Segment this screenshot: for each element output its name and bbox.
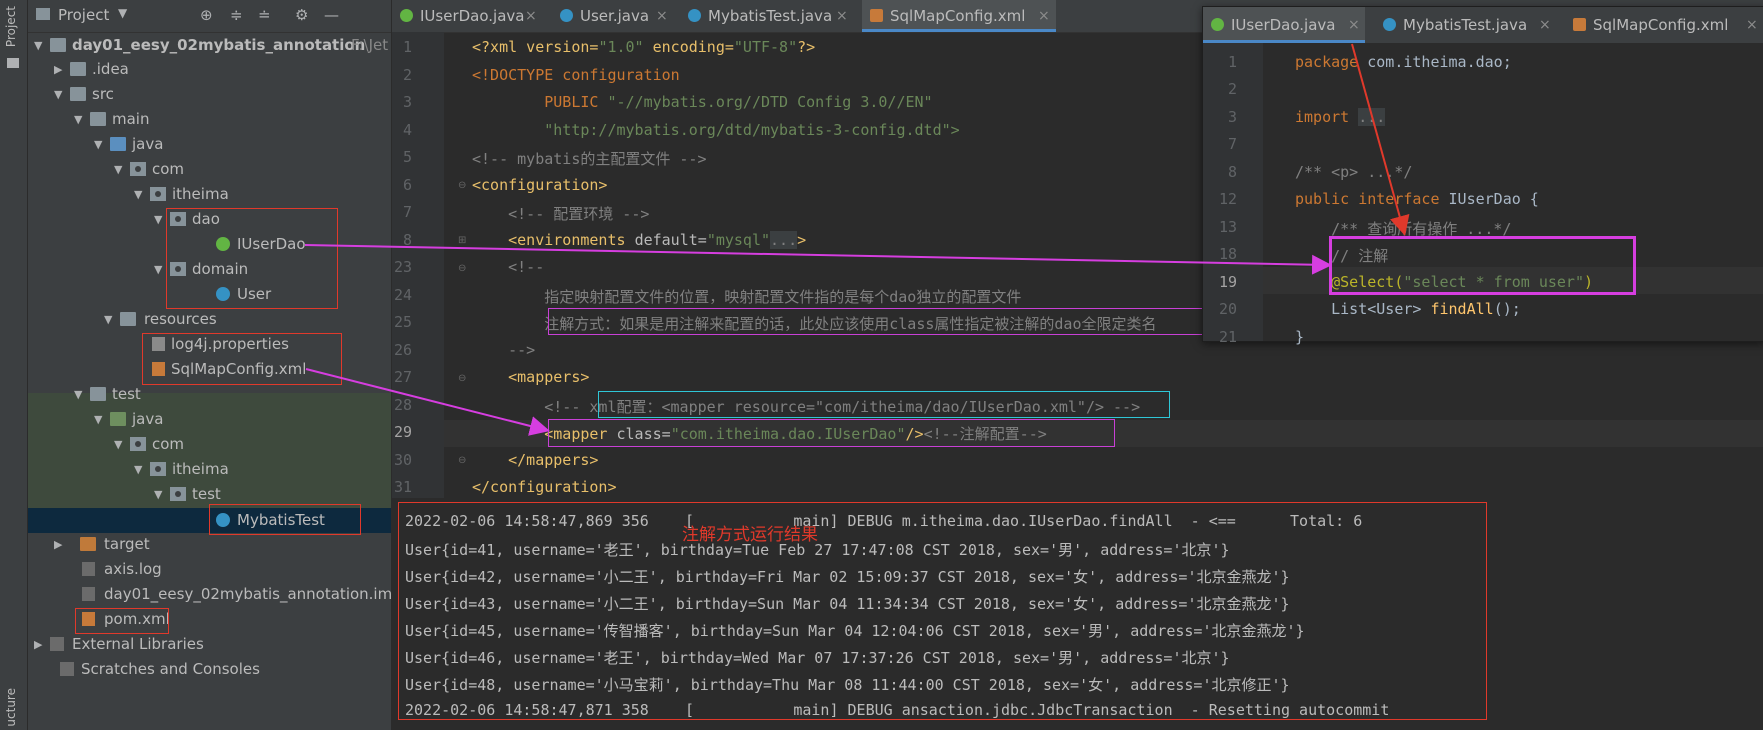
arrow-iuserdao-to-select <box>304 244 1332 275</box>
arrow-tab-to-select <box>1351 43 1410 236</box>
annotation-arrows <box>304 43 1410 436</box>
arrow-sqlmapconfig-to-mapper <box>305 368 550 436</box>
